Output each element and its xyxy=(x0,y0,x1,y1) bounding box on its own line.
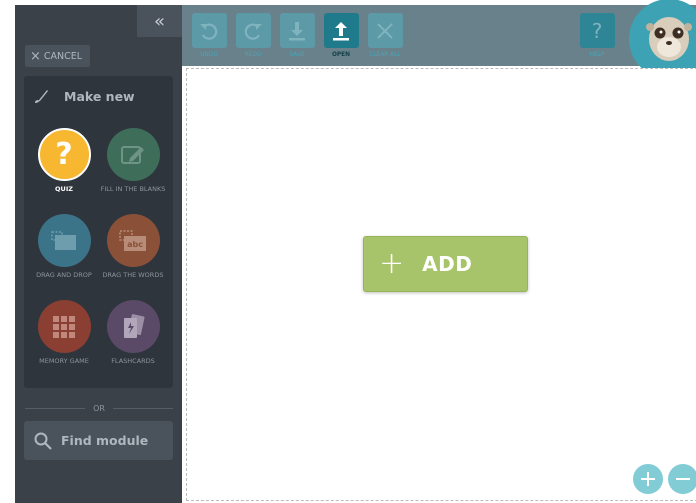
quiz-circle: ? xyxy=(37,128,91,181)
module-tile-drag-the-words[interactable]: abc DRAG THE WORDS xyxy=(98,214,168,281)
drag-icon xyxy=(51,230,76,250)
divider-line xyxy=(112,407,174,409)
abc-icon: abc xyxy=(119,229,146,251)
clear-all-button[interactable]: CLEAR ALL xyxy=(367,13,403,58)
toolbar: UNDO REDO SAVE OPEN CLEAR ALL ? HELP xyxy=(182,0,696,79)
module-tile-flashcards[interactable]: FLASHCARDS xyxy=(98,300,168,367)
find-module-label: Find module xyxy=(61,433,149,448)
or-text: OR xyxy=(93,403,105,413)
drag-words-circle: abc xyxy=(106,214,160,267)
plus-icon xyxy=(641,472,655,486)
open-icon-box xyxy=(323,13,359,48)
double-chevron-left-icon: « xyxy=(153,10,165,32)
close-icon: × xyxy=(30,48,41,64)
open-button[interactable]: OPEN xyxy=(323,13,359,58)
memory-game-circle xyxy=(37,300,91,353)
svg-text:abc: abc xyxy=(127,240,143,249)
brush-icon xyxy=(35,90,48,103)
plus-icon: + xyxy=(379,246,405,281)
tile-label: DRAG THE WORDS xyxy=(102,271,164,279)
undo-button[interactable]: UNDO xyxy=(191,13,227,58)
sidebar: « × CANCEL Make new ? QUIZ FILL IN THE B… xyxy=(15,5,182,503)
redo-label: REDO xyxy=(244,52,262,58)
redo-icon xyxy=(244,23,262,40)
find-module-button[interactable]: Find module xyxy=(24,421,173,460)
clear-all-icon-box xyxy=(367,13,403,48)
make-new-header: Make new xyxy=(34,88,135,104)
drag-drop-circle xyxy=(37,214,91,267)
add-button[interactable]: + ADD xyxy=(363,236,528,292)
cancel-button[interactable]: × CANCEL xyxy=(25,45,90,67)
clear-all-label: CLEAR ALL xyxy=(369,52,401,58)
save-icon xyxy=(289,21,305,40)
pencil-icon xyxy=(121,145,144,164)
open-icon xyxy=(333,21,349,40)
close-icon xyxy=(377,22,393,39)
cancel-label: CANCEL xyxy=(43,50,83,62)
save-icon-box xyxy=(279,13,315,48)
question-icon: ? xyxy=(591,18,603,43)
make-new-panel: Make new ? QUIZ FILL IN THE BLANKS DRAG … xyxy=(24,76,173,388)
tile-label: FLASHCARDS xyxy=(111,357,155,365)
tile-label: FILL IN THE BLANKS xyxy=(100,185,166,193)
grid-icon xyxy=(53,315,75,338)
tile-label: MEMORY GAME xyxy=(39,357,89,365)
make-new-title: Make new xyxy=(64,88,135,104)
or-divider: OR xyxy=(25,401,174,415)
flashcards-circle xyxy=(106,300,160,353)
question-icon: ? xyxy=(55,137,73,172)
search-icon xyxy=(34,432,52,450)
help-icon-box: ? xyxy=(579,13,615,48)
cards-icon xyxy=(124,313,145,338)
open-label: OPEN xyxy=(332,52,350,58)
redo-icon-box xyxy=(235,13,271,48)
module-tile-quiz[interactable]: ? QUIZ xyxy=(29,128,99,195)
undo-icon xyxy=(200,23,218,40)
help-label: HELP xyxy=(589,52,605,58)
tile-label: QUIZ xyxy=(55,185,73,193)
zoom-in-button[interactable] xyxy=(633,464,663,494)
divider-line xyxy=(25,407,86,409)
undo-icon-box xyxy=(191,13,227,48)
minus-icon xyxy=(676,478,690,480)
module-tile-drag-and-drop[interactable]: DRAG AND DROP xyxy=(29,214,99,281)
fill-blanks-circle xyxy=(106,128,160,181)
module-tile-fill-in-the-blanks[interactable]: FILL IN THE BLANKS xyxy=(98,128,168,195)
add-label: ADD xyxy=(422,252,473,276)
save-label: SAVE xyxy=(289,52,305,58)
undo-label: UNDO xyxy=(200,52,218,58)
tile-label: DRAG AND DROP xyxy=(36,271,92,279)
redo-button[interactable]: REDO xyxy=(235,13,271,58)
collapse-sidebar-button[interactable]: « xyxy=(137,5,182,37)
zoom-out-button[interactable] xyxy=(668,464,696,494)
help-button[interactable]: ? HELP xyxy=(579,13,615,58)
save-button[interactable]: SAVE xyxy=(279,13,315,58)
module-tile-memory-game[interactable]: MEMORY GAME xyxy=(29,300,99,367)
